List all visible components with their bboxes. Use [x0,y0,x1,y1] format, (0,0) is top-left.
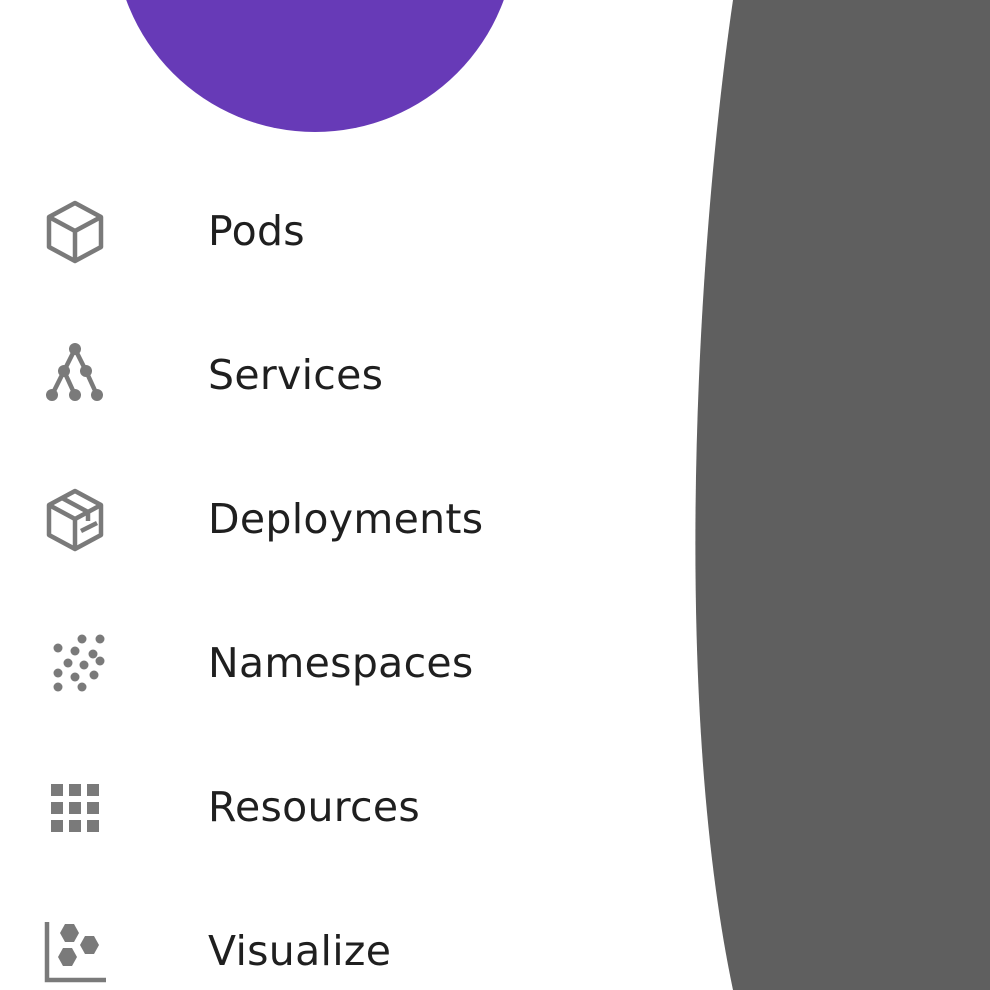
nav-item-label: Visualize [208,927,392,975]
nav-item-deployments[interactable]: Deployments [0,445,680,589]
nav-item-label: Pods [208,207,305,255]
nav-item-pods[interactable]: Pods [0,157,680,301]
nav-item-services[interactable]: Services [0,301,680,445]
chart-bubbles-icon [42,919,108,985]
nav-item-label: Namespaces [208,639,474,687]
nav-item-resources[interactable]: Resources [0,733,680,877]
navigation-drawer: Pods Services Deployments Namespaces Res… [0,157,680,990]
nav-item-label: Resources [208,783,421,831]
grid-icon [42,775,108,841]
dots-cluster-icon [42,631,108,697]
nav-item-label: Services [208,351,384,399]
cube-icon [42,199,108,265]
app-screen: Pods Services Deployments Namespaces Res… [0,0,990,990]
nav-item-visualize[interactable]: Visualize [0,877,680,990]
package-icon [42,487,108,553]
service-tree-icon [42,343,108,409]
nav-item-label: Deployments [208,495,484,543]
nav-item-namespaces[interactable]: Namespaces [0,589,680,733]
